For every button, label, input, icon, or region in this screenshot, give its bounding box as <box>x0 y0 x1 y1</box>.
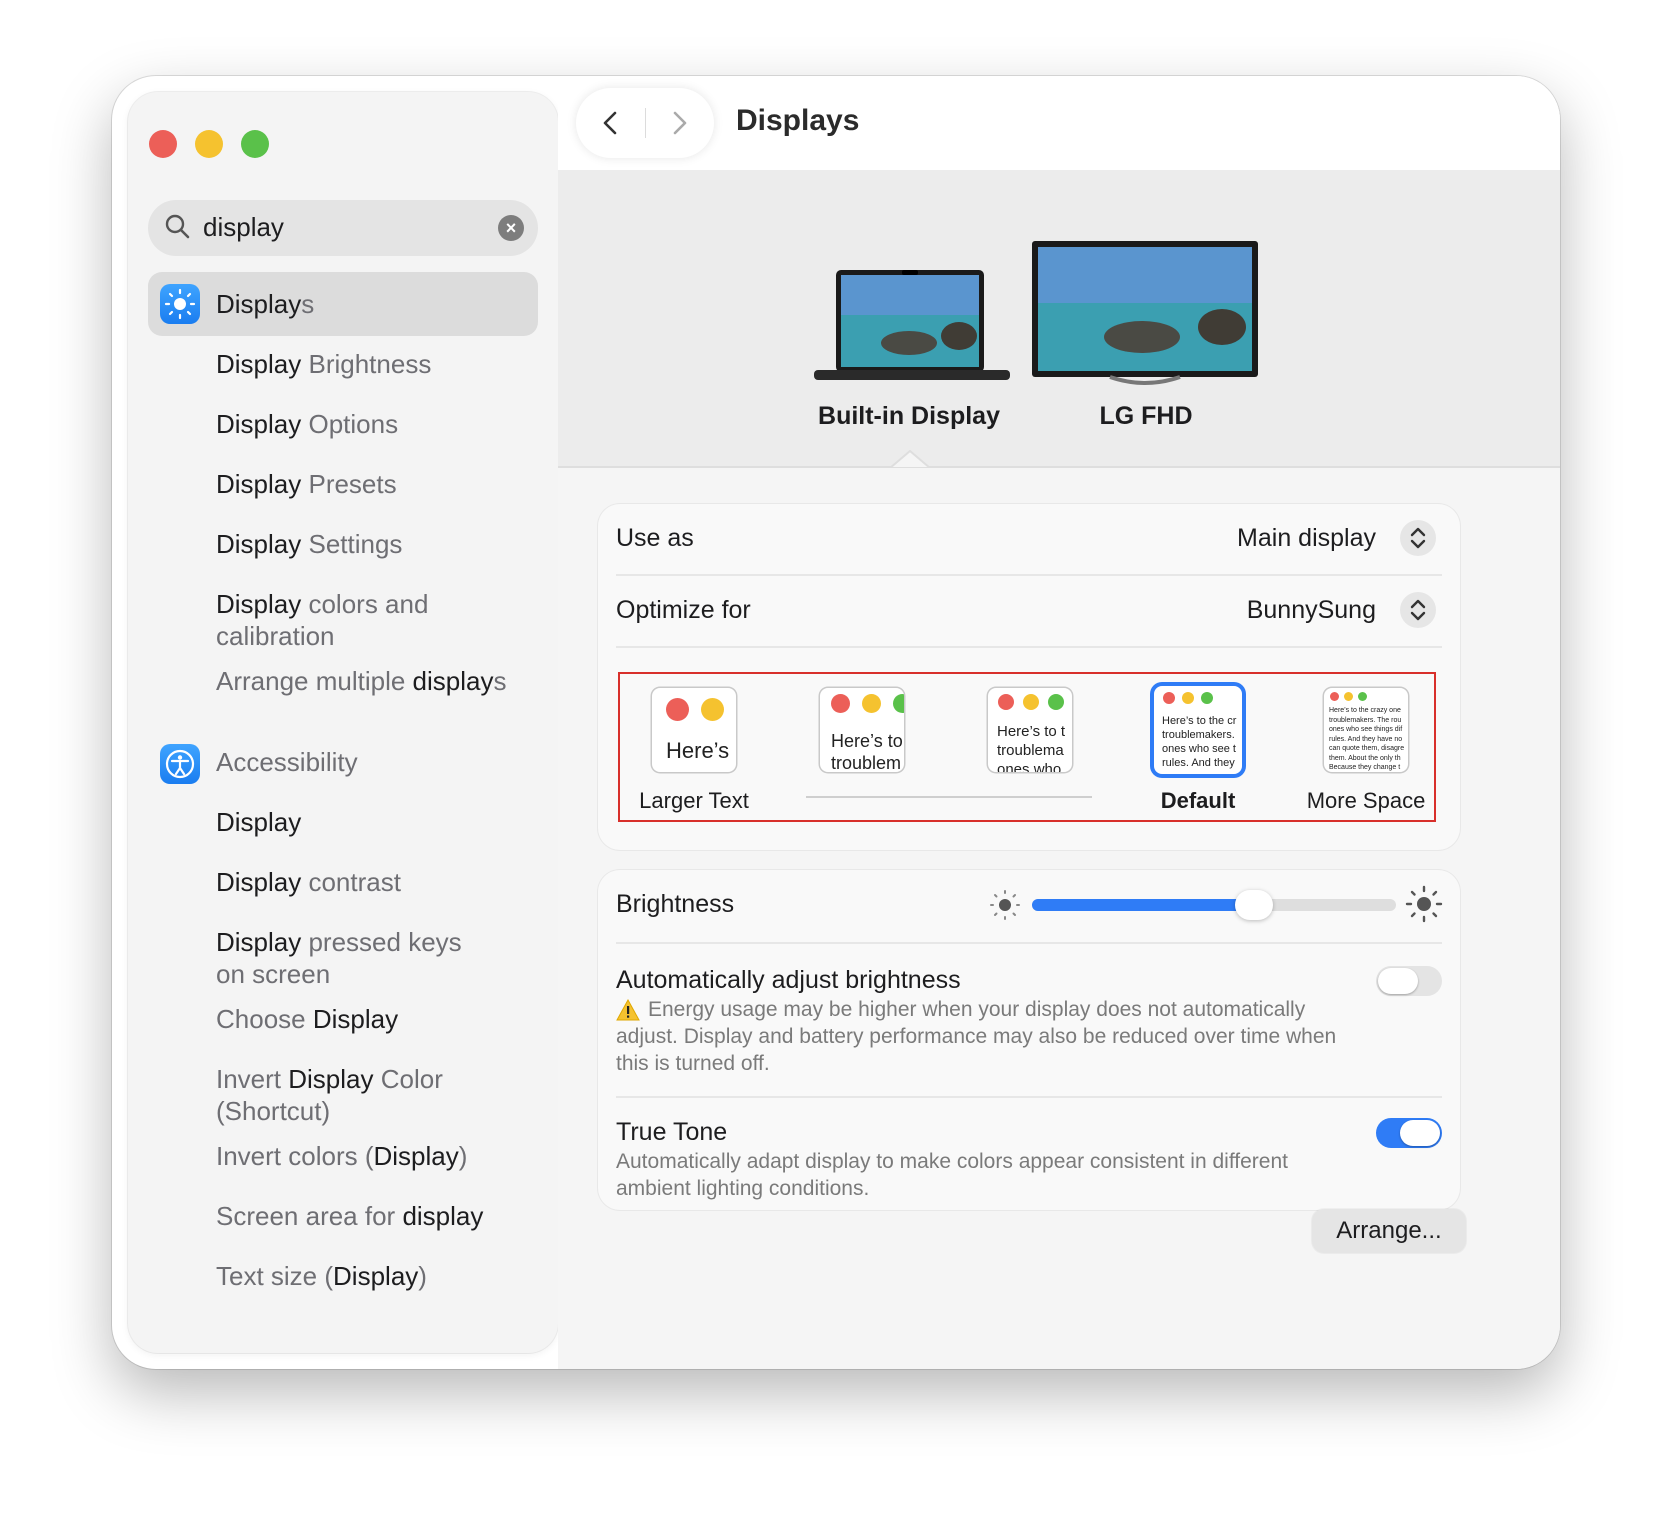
sun-icon <box>164 288 196 320</box>
accessibility-result-3[interactable]: Choose Display <box>216 1003 398 1035</box>
optimize-for-value[interactable]: BunnySung <box>1247 596 1376 625</box>
accessibility-result-1[interactable]: Display contrast <box>216 866 401 898</box>
accessibility-icon <box>165 749 195 779</box>
arrange-button[interactable]: Arrange... <box>1312 1209 1466 1253</box>
true-tone-description: Automatically adapt display to make colo… <box>616 1150 1288 1200</box>
use-as-stepper[interactable] <box>1400 520 1436 556</box>
window-controls <box>149 130 269 158</box>
chevron-right-icon[interactable] <box>666 110 692 136</box>
sidebar-result-6[interactable]: Arrange multiple displays <box>216 665 506 697</box>
resolution-option-default[interactable]: Here’s to the cr troublemakers. ones who… <box>1154 686 1242 774</box>
chevron-updown-icon <box>1410 527 1426 549</box>
sidebar-result-1[interactable]: Display Brightness <box>216 348 431 380</box>
accessibility-result-4[interactable]: Invert Display Color (Shortcut) <box>216 1063 443 1127</box>
search-field[interactable]: display × <box>148 200 538 256</box>
minimize-button[interactable] <box>195 130 223 158</box>
sun-large-icon <box>1405 885 1443 923</box>
sidebar-result-5[interactable]: Display colors and calibration <box>216 588 428 652</box>
laptop-icon <box>814 270 1010 380</box>
brightness-slider-fill <box>1032 899 1255 911</box>
accessibility-result-7[interactable]: Text size (Display) <box>216 1260 427 1292</box>
sidebar-item-accessibility[interactable]: Accessibility <box>216 746 358 778</box>
sidebar: display × Displays Display Brightness Disp… <box>128 92 558 1353</box>
toolbar: Displays <box>558 76 1560 170</box>
selection-pointer <box>890 450 930 468</box>
warning-icon <box>616 999 640 1021</box>
content-pane: Displays Built-in Display LG FHD Use as … <box>558 76 1560 1369</box>
accessibility-result-0[interactable]: Display <box>216 806 301 838</box>
brightness-slider[interactable] <box>1032 890 1396 920</box>
brightness-label: Brightness <box>616 890 735 918</box>
page-title: Displays <box>736 104 860 137</box>
monitor-icon <box>1032 241 1258 385</box>
selected-highlight <box>148 272 538 336</box>
true-tone-label: True Tone <box>616 1118 728 1146</box>
use-as-label: Use as <box>616 524 694 552</box>
clear-search-icon[interactable]: × <box>498 215 524 241</box>
default-label: Default <box>1160 788 1236 813</box>
resolution-option-more-space[interactable]: Here’s to the crazy one troublemakers. T… <box>1324 688 1408 772</box>
chevron-left-icon[interactable] <box>598 110 624 136</box>
sidebar-result-0[interactable]: Displays <box>216 288 314 320</box>
display-settings-card: Use as Main display Optimize for BunnySu… <box>598 504 1460 850</box>
resolution-picker: Here’s Here’s to troublem Here’s to t tr… <box>618 672 1436 822</box>
search-icon <box>165 214 190 239</box>
accessibility-result-2[interactable]: Display pressed keys on screen <box>216 926 462 990</box>
accessibility-result-5[interactable]: Invert colors (Display) <box>216 1140 467 1172</box>
optimize-for-label: Optimize for <box>616 596 751 624</box>
display-arrangement: Built-in Display LG FHD <box>558 170 1560 468</box>
auto-brightness-label: Automatically adjust brightness <box>616 966 961 994</box>
zoom-button[interactable] <box>241 130 269 158</box>
brightness-card: Brightness Automatically adjust brightne… <box>598 870 1460 1210</box>
displays-app-icon <box>160 284 200 324</box>
chevron-updown-icon <box>1410 599 1426 621</box>
resolution-track <box>806 796 1092 798</box>
sidebar-result-3[interactable]: Display Presets <box>216 468 397 500</box>
auto-brightness-warning: Energy usage may be higher when your dis… <box>616 998 1337 1075</box>
resolution-option-larger-text[interactable]: Here’s <box>652 688 736 772</box>
sun-small-icon <box>990 890 1020 920</box>
accessibility-result-6[interactable]: Screen area for display <box>216 1200 483 1232</box>
auto-brightness-toggle[interactable] <box>1376 966 1442 996</box>
sidebar-result-2[interactable]: Display Options <box>216 408 398 440</box>
more-space-label: More Space <box>1306 788 1426 813</box>
search-input[interactable]: display <box>203 212 284 243</box>
accessibility-app-icon <box>160 744 200 784</box>
true-tone-toggle[interactable] <box>1376 1118 1442 1148</box>
resolution-option-3[interactable]: Here’s to t troublema ones who <box>988 688 1072 772</box>
builtin-display-thumbnail[interactable] <box>814 268 1010 389</box>
sidebar-result-4[interactable]: Display Settings <box>216 528 402 560</box>
optimize-for-stepper[interactable] <box>1400 592 1436 628</box>
external-display-thumbnail[interactable] <box>1032 241 1260 392</box>
close-button[interactable] <box>149 130 177 158</box>
use-as-value[interactable]: Main display <box>1237 524 1376 553</box>
external-display-label[interactable]: LG FHD <box>1046 402 1246 431</box>
navigation-buttons <box>576 88 714 158</box>
resolution-option-2[interactable]: Here’s to troublem <box>820 688 904 772</box>
brightness-slider-knob[interactable] <box>1235 890 1274 920</box>
larger-text-label: Larger Text <box>639 788 749 813</box>
builtin-display-label[interactable]: Built-in Display <box>804 402 1014 431</box>
settings-window: display × Displays Display Brightness Disp… <box>112 76 1560 1369</box>
